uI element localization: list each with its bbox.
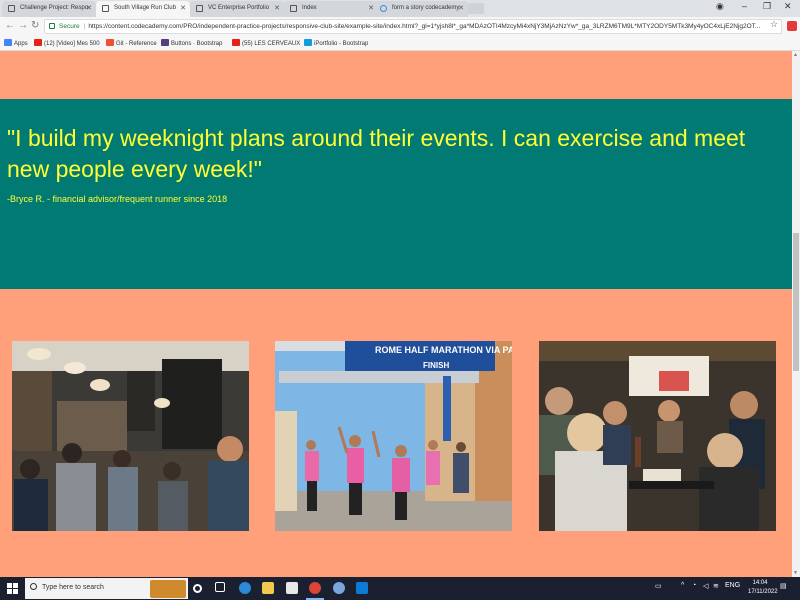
language-indicator[interactable]: ENG <box>725 582 740 589</box>
edge-icon[interactable] <box>239 582 251 594</box>
browser-tab-active[interactable]: South Village Run Club ✕ <box>96 1 190 17</box>
url-input[interactable]: Secure | https://content.codecademy.com/PR… <box>44 19 782 34</box>
scrollbar-thumb[interactable] <box>793 233 799 371</box>
tab-label: form a story codecademy <box>392 5 460 11</box>
keyboard-icon[interactable]: ▭ <box>655 582 662 590</box>
store-icon[interactable] <box>286 582 298 594</box>
address-bar-row: ← → ↻ Secure | https://content.codecademy.… <box>0 17 800 37</box>
restore-icon[interactable]: ❐ <box>763 1 771 12</box>
forward-arrow-icon[interactable]: → <box>18 20 28 31</box>
browser-tab[interactable]: form a story codecademy ✕ <box>374 1 468 17</box>
testimonial-section: "I build my weeknight plans around their… <box>0 99 792 289</box>
page-favicon-icon <box>290 5 297 12</box>
tab-label: VC Enterprise Portfolio <box>208 5 270 11</box>
task-view-icon[interactable] <box>215 582 225 592</box>
bookmark-label: iPortfolio - Bootstrap <box>314 41 369 47</box>
windows-taskbar: Type here to search ▭ ^ ◔ ◁ ≋ ENG 14:04 … <box>0 577 800 600</box>
git-icon <box>106 39 114 46</box>
taskbar-clock[interactable]: 14:04 17/11/2022 <box>748 579 778 597</box>
page-favicon-icon <box>196 5 203 12</box>
marathon-finish-photo: ROME HALF MARATHON VIA PACIS FINISH <box>275 341 512 531</box>
tray-chevron-icon[interactable]: ^ <box>681 582 684 589</box>
extension-icon[interactable] <box>787 21 797 31</box>
chrome-icon[interactable] <box>309 582 321 594</box>
apps-grid-icon <box>4 39 12 46</box>
scroll-up-arrow-icon[interactable]: ▲ <box>793 52 798 58</box>
reload-icon[interactable]: ↻ <box>31 20 39 31</box>
volume-icon[interactable]: ◁ <box>703 582 708 590</box>
vscode-icon[interactable] <box>356 582 368 594</box>
bookmark-apps[interactable]: Apps <box>4 39 28 47</box>
cafe-photo <box>12 341 249 531</box>
bookmark-label: Buttons · Bootstrap <box>171 41 223 47</box>
notifications-icon[interactable]: ▤ <box>780 582 787 590</box>
bookmark-item[interactable]: Buttons · Bootstrap <box>161 39 222 47</box>
bookmark-item[interactable]: (12) [Video] Mes 500 <box>34 39 100 47</box>
testimonial-author: -Bryce R. - financial advisor/frequent r… <box>7 194 228 204</box>
restaurant-dinner-photo <box>539 341 776 531</box>
profile-icon[interactable]: ◉ <box>716 1 724 12</box>
page-favicon-icon <box>8 5 15 12</box>
bookmark-item[interactable]: iPortfolio - Bootstrap <box>304 39 368 47</box>
page-favicon-icon <box>102 5 109 12</box>
youtube-icon <box>232 39 240 46</box>
tab-label: South Village Run Club <box>114 5 176 11</box>
iportfolio-icon <box>304 39 312 46</box>
bookmark-item[interactable]: (55) LES CERVEAUX <box>232 39 300 47</box>
page-scrollbar[interactable]: ▲ ▼ <box>792 51 800 577</box>
autumn-leaves-icon[interactable] <box>150 580 186 598</box>
bookmark-star-icon[interactable]: ☆ <box>770 19 778 30</box>
bookmark-item[interactable]: Git - Reference <box>106 39 157 47</box>
close-tab-icon[interactable]: ✕ <box>274 4 280 12</box>
browser-tab[interactable]: Challenge Project: Respo ✕ <box>2 1 96 17</box>
banner-line-1: ROME HALF MARATHON VIA PACIS <box>375 345 512 355</box>
bookmarks-bar: Apps (12) [Video] Mes 500 Git - Referenc… <box>0 37 800 51</box>
bookmark-label: Git - Reference <box>116 41 157 47</box>
bookmark-label: Apps <box>14 41 28 47</box>
youtube-icon <box>34 39 42 46</box>
bootstrap-icon <box>161 39 169 46</box>
browser-tab-bar: Challenge Project: Respo ✕ South Village… <box>0 0 800 17</box>
google-favicon-icon <box>380 5 387 12</box>
clock-time: 14:04 <box>752 580 768 586</box>
back-arrow-icon[interactable]: ← <box>5 20 15 31</box>
browser-tab[interactable]: Index ✕ <box>284 1 378 17</box>
page-viewport: "I build my weeknight plans around their… <box>0 51 792 577</box>
browser-tab[interactable]: VC Enterprise Portfolio ✕ <box>190 1 284 17</box>
search-placeholder: Type here to search <box>42 584 104 591</box>
close-tab-icon[interactable]: ✕ <box>180 4 186 12</box>
banner-line-2: FINISH <box>423 361 449 370</box>
scroll-down-arrow-icon[interactable]: ▼ <box>793 570 798 576</box>
search-icon <box>30 583 37 590</box>
bookmark-label: (12) [Video] Mes 500 <box>44 41 100 47</box>
cortana-icon[interactable] <box>193 584 202 593</box>
close-tab-icon[interactable]: ✕ <box>458 4 464 12</box>
bookmark-label: (55) LES CERVEAUX <box>242 41 301 47</box>
file-explorer-icon[interactable] <box>262 582 274 594</box>
lock-icon <box>49 23 55 29</box>
secure-label: Secure <box>59 23 80 30</box>
url-separator: | <box>83 23 86 30</box>
tab-label: Index <box>302 5 317 11</box>
wifi-icon[interactable]: ≋ <box>713 582 719 590</box>
windows-start-icon[interactable] <box>7 583 18 594</box>
close-tab-icon[interactable]: ✕ <box>86 4 92 12</box>
minimize-icon[interactable]: – <box>742 1 747 11</box>
close-window-icon[interactable]: ✕ <box>784 1 792 12</box>
app-icon[interactable] <box>333 582 345 594</box>
testimonial-quote: "I build my weeknight plans around their… <box>7 125 746 182</box>
clock-date: 17/11/2022 <box>748 589 778 595</box>
tab-label: Challenge Project: Respo <box>20 5 89 11</box>
new-tab-button[interactable] <box>468 3 484 14</box>
network-icon[interactable]: ◔ <box>692 582 696 589</box>
url-text: https://content.codecademy.com/PRO/indep… <box>88 23 761 30</box>
